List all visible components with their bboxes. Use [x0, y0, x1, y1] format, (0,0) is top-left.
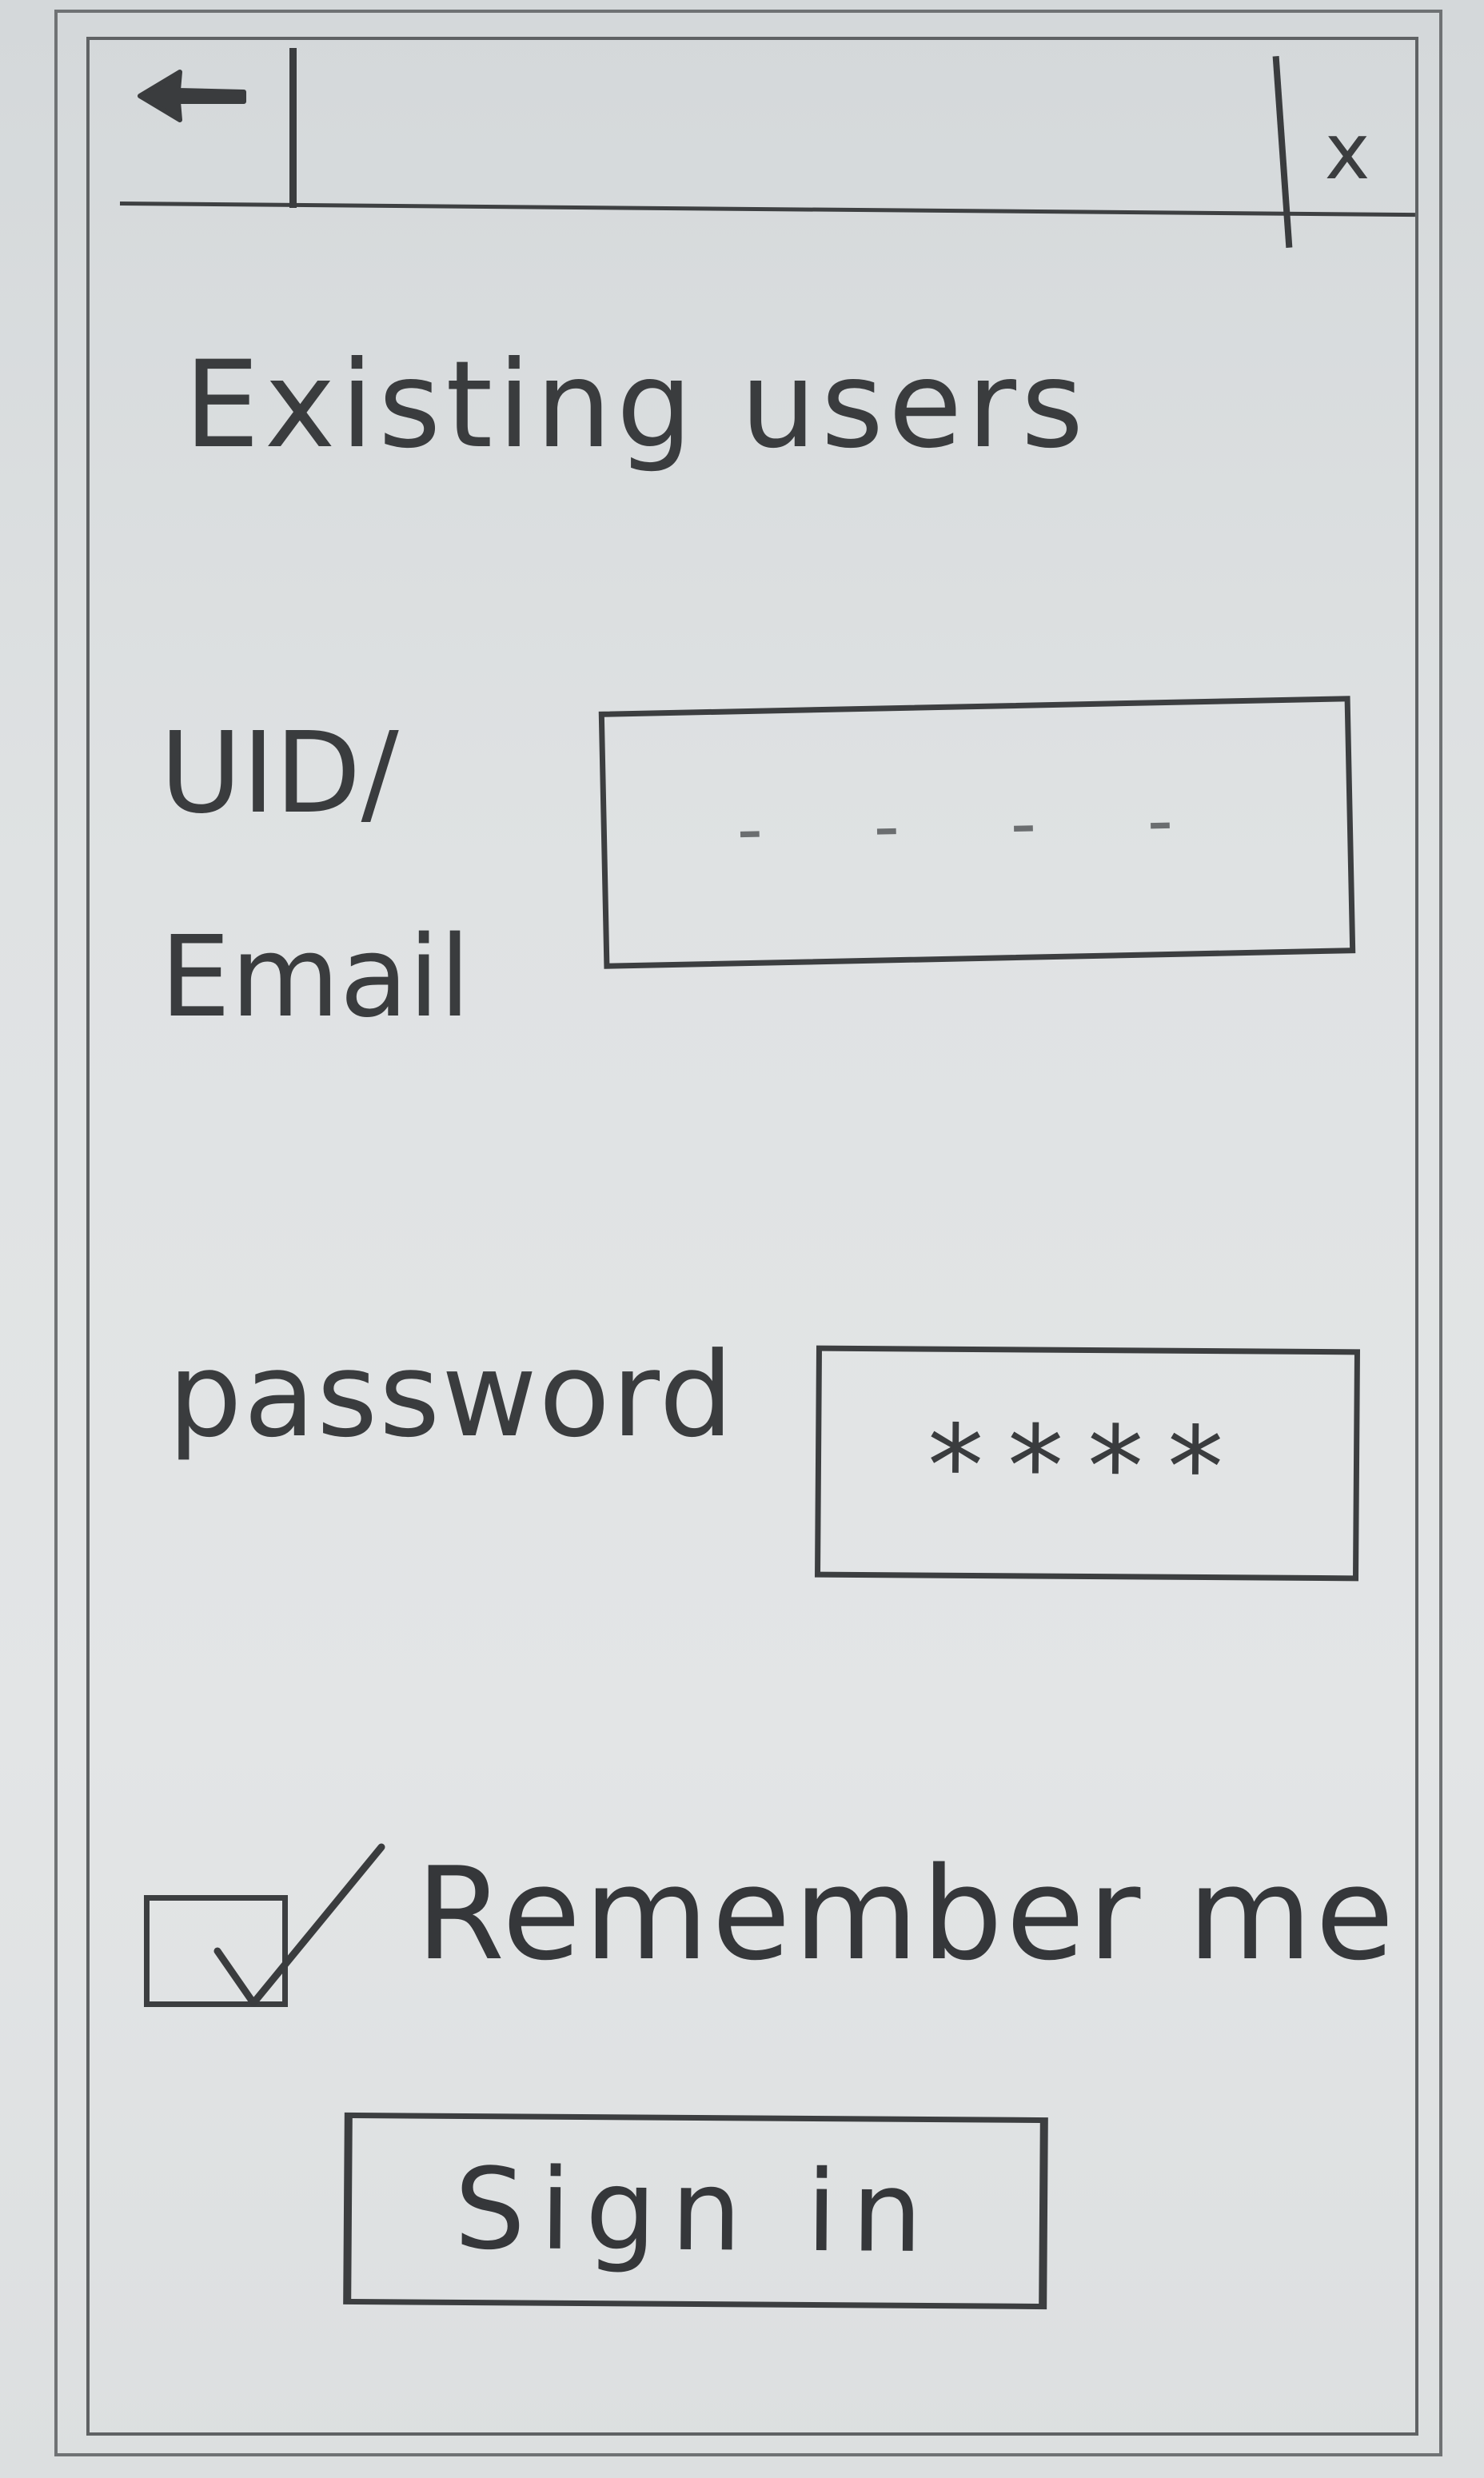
- password-input[interactable]: ****: [814, 1345, 1361, 1582]
- close-icon: x: [1324, 107, 1370, 197]
- uid-email-input[interactable]: - - - -: [598, 696, 1356, 969]
- password-label: password: [168, 1327, 736, 1463]
- page-title: Existing users: [184, 336, 1089, 475]
- uid-email-label: UID/ Email: [160, 708, 471, 1043]
- uid-email-placeholder: - - - -: [736, 777, 1219, 872]
- back-button[interactable]: [132, 60, 252, 140]
- sign-in-label: Sign in: [453, 2144, 938, 2278]
- close-button[interactable]: x: [1303, 108, 1391, 196]
- back-divider: [289, 48, 297, 208]
- sign-in-button[interactable]: Sign in: [343, 2112, 1048, 2310]
- password-value: ****: [927, 1401, 1248, 1534]
- remember-me-label: Remember me: [416, 1839, 1398, 1989]
- checkmark-icon: [213, 1843, 385, 2007]
- arrow-left-icon: [138, 70, 246, 122]
